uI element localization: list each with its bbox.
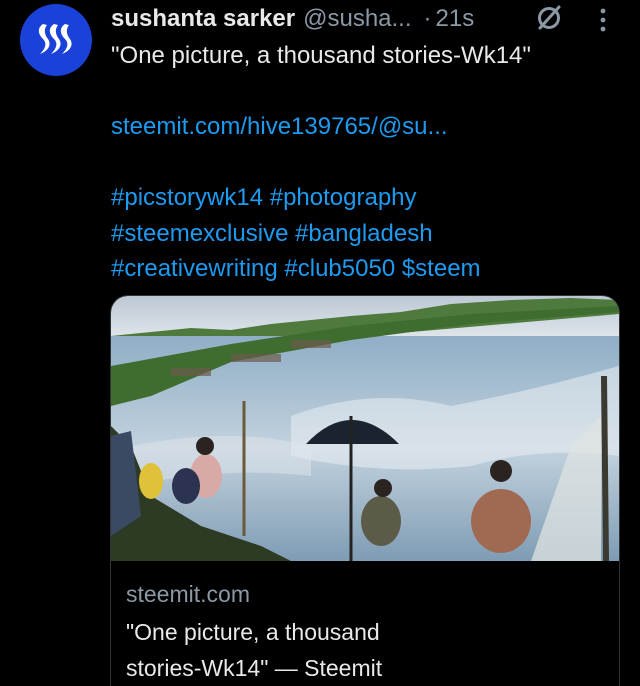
time-separator: · bbox=[423, 5, 432, 32]
card-domain: steemit.com bbox=[126, 581, 250, 607]
tweet-text: "One picture, a thousand stories-Wk14" s… bbox=[111, 38, 621, 287]
avatar[interactable] bbox=[20, 4, 92, 76]
hashtags-line[interactable]: #steemexclusive #bangladesh bbox=[111, 216, 621, 252]
tweet-line: "One picture, a thousand stories-Wk14" bbox=[111, 42, 531, 69]
hashtags-line[interactable]: #picstorywk14 #photography bbox=[111, 180, 621, 216]
card-title-line: "One picture, a thousand bbox=[126, 619, 380, 645]
more-vertical-icon[interactable] bbox=[596, 6, 610, 36]
tweet[interactable]: sushanta sarker @susha... · 21s "One pic… bbox=[0, 0, 640, 686]
card-image[interactable] bbox=[111, 296, 619, 561]
tweet-link[interactable]: steemit.com/hive139765/@su... bbox=[111, 109, 621, 145]
author-handle[interactable]: @susha... bbox=[303, 5, 411, 33]
card-title-line: stories-Wk14" — Steemit bbox=[126, 655, 383, 681]
tweet-header: sushanta sarker @susha... · 21s bbox=[111, 2, 474, 36]
author-name[interactable]: sushanta sarker bbox=[111, 5, 295, 33]
timestamp[interactable]: 21s bbox=[436, 5, 475, 33]
no-edit-icon bbox=[538, 5, 561, 30]
card-title: "One picture, a thousand stories-Wk14" —… bbox=[126, 614, 596, 686]
steemit-logo-icon bbox=[38, 24, 72, 54]
hashtags-line[interactable]: #creativewriting #club5050 $steem bbox=[111, 251, 621, 287]
link-preview-card[interactable]: steemit.com "One picture, a thousand sto… bbox=[110, 295, 620, 686]
